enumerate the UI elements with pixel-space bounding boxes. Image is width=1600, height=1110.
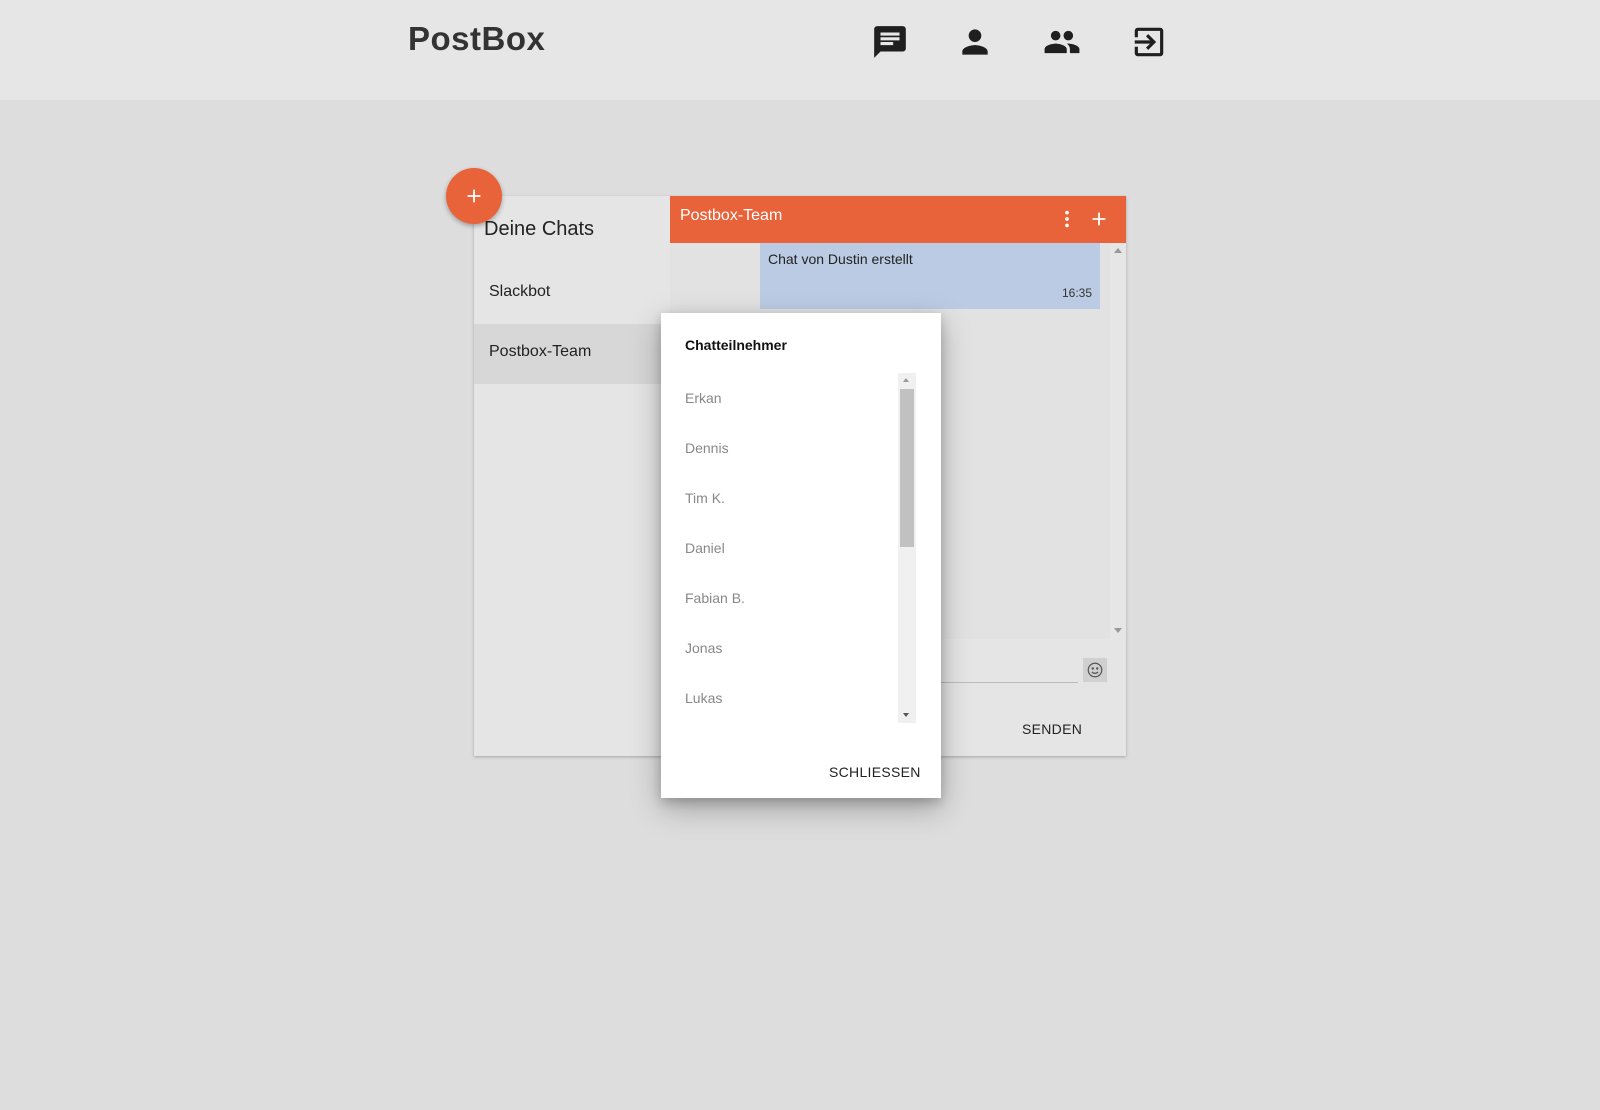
participant-item[interactable]: Jonas — [685, 640, 722, 656]
logout-icon[interactable] — [1129, 22, 1169, 62]
dialog-title: Chatteilnehmer — [685, 337, 787, 353]
smiley-icon[interactable] — [1083, 658, 1107, 682]
participant-item[interactable]: Fabian B. — [685, 590, 745, 606]
chat-icon[interactable] — [870, 22, 910, 62]
group-icon[interactable] — [1042, 22, 1082, 62]
close-button[interactable]: SCHLIESSEN — [829, 764, 921, 780]
plus-icon — [467, 189, 481, 203]
participant-list[interactable]: Erkan Dennis Tim K. Daniel Fabian B. Jon… — [685, 373, 917, 723]
new-chat-button[interactable] — [446, 168, 502, 224]
message-scrollbar[interactable] — [1110, 243, 1126, 639]
scroll-down-arrow[interactable] — [903, 713, 909, 717]
person-icon[interactable] — [955, 22, 995, 62]
chat-item-slackbot[interactable]: Slackbot — [474, 264, 670, 324]
participant-item[interactable]: Dennis — [685, 440, 729, 456]
participant-item[interactable]: Daniel — [685, 540, 725, 556]
participant-scrollbar[interactable] — [898, 373, 916, 723]
chat-item-label: Slackbot — [489, 283, 551, 300]
participant-item[interactable]: Tim K. — [685, 490, 725, 506]
participant-item[interactable]: Lukas — [685, 690, 722, 706]
participants-dialog: Chatteilnehmer Erkan Dennis Tim K. Danie… — [661, 313, 941, 798]
top-bar: PostBox — [0, 0, 1600, 100]
participant-item[interactable]: Erkan — [685, 390, 722, 406]
chat-sidebar: Deine Chats Slackbot Postbox-Team — [474, 196, 670, 756]
chat-title: Postbox-Team — [680, 207, 783, 224]
sidebar-title: Deine Chats — [484, 218, 595, 240]
scroll-up-arrow[interactable] — [903, 378, 909, 382]
chat-item-postbox-team[interactable]: Postbox-Team — [474, 324, 670, 384]
app-logo[interactable]: PostBox — [408, 20, 545, 58]
send-button[interactable]: SENDEN — [1022, 721, 1082, 737]
more-vert-icon[interactable] — [1056, 208, 1078, 230]
message-bubble: Chat von Dustin erstellt 16:35 — [760, 243, 1100, 309]
scroll-up-arrow[interactable] — [1114, 248, 1122, 253]
chat-item-label: Postbox-Team — [489, 343, 592, 360]
scroll-down-arrow[interactable] — [1114, 628, 1122, 633]
scrollbar-thumb[interactable] — [900, 389, 914, 547]
chat-header: Postbox-Team — [670, 196, 1126, 243]
message-text: Chat von Dustin erstellt — [768, 251, 913, 267]
message-time: 16:35 — [1061, 286, 1092, 300]
add-participant-icon[interactable] — [1088, 208, 1110, 230]
